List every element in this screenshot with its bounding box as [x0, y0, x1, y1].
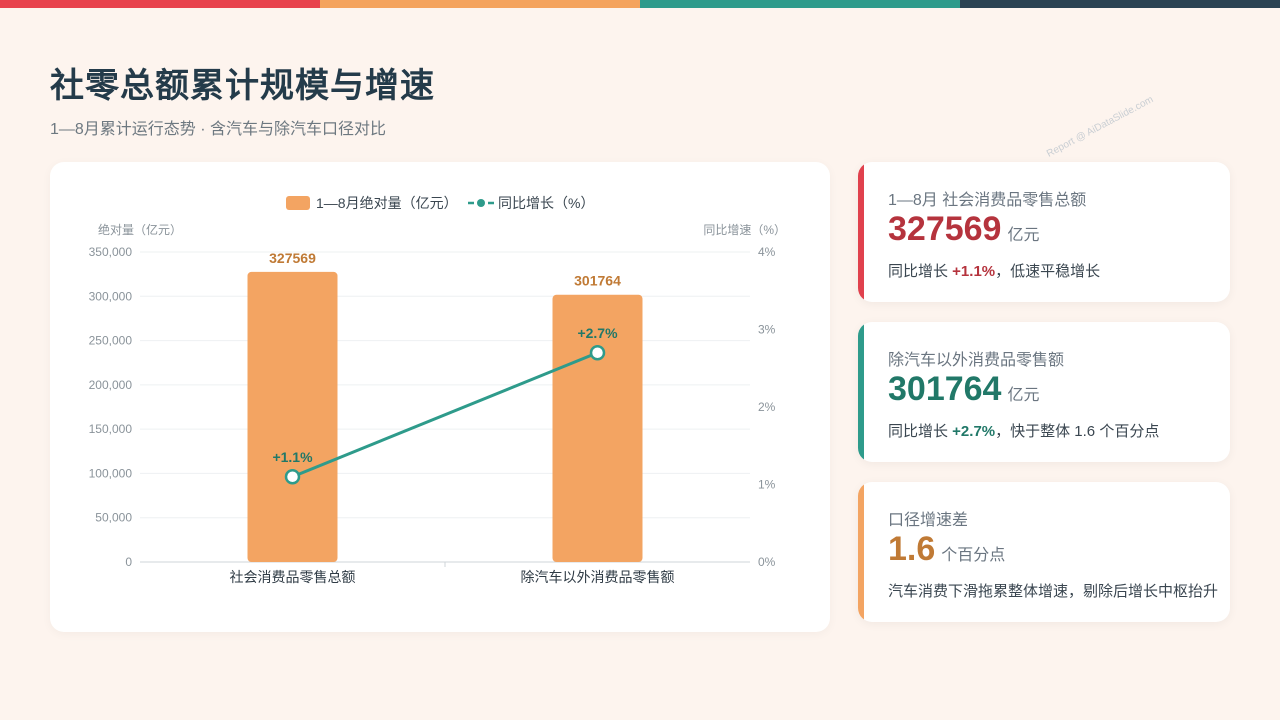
legend-bar-swatch — [286, 196, 310, 210]
y-left-tick-label: 150,000 — [89, 422, 133, 436]
kpi-card-total-retail: 1—8月 社会消费品零售总额 327569 亿元 同比增长 +1.1%，低速平稳增… — [858, 162, 1230, 302]
kpi-note-suffix: ，低速平稳增长 — [995, 263, 1101, 280]
kpi-note-highlight: +2.7% — [952, 423, 996, 440]
kpi-note: 汽车消费下滑拖累整体增速，剔除后增长中枢抬升 — [888, 580, 1218, 601]
kpi-unit: 亿元 — [1007, 227, 1040, 244]
top-bar-segment-navy — [960, 0, 1280, 8]
x-tick-label: 社会消费品零售总额 — [230, 569, 356, 585]
line-data-label: +2.7% — [577, 325, 618, 341]
y-left-tick-label: 0 — [125, 555, 132, 569]
kpi-note-prefix: 同比增长 — [888, 263, 953, 280]
kpi-unit: 亿元 — [1007, 387, 1040, 404]
y-left-tick-label: 50,000 — [95, 511, 132, 525]
kpi-value: 327569 — [888, 210, 1002, 248]
y-left-tick-label: 200,000 — [89, 378, 133, 392]
chart-card: 0 50,000 100,000 150,000 200,000 250,000 300,0… — [50, 162, 830, 632]
top-bar-segment-red — [0, 0, 320, 8]
kpi-note-suffix: ，快于整体 1.6 个百分点 — [995, 423, 1160, 440]
y-left-axis-title: 绝对量（亿元） — [98, 222, 182, 237]
line-series — [291, 351, 599, 479]
kpi-card-excl-auto: 除汽车以外消费品零售额 301764 亿元 同比增长 +2.7%，快于整体 1.6… — [858, 322, 1230, 462]
kpi-note-prefix: 汽车消费下滑拖累整体增速，剔除后增长中枢抬升 — [888, 583, 1219, 600]
top-color-bar — [0, 0, 1280, 8]
legend-bar-label: 1—8月绝对量（亿元） — [316, 195, 458, 211]
legend-line-marker — [477, 199, 485, 207]
y-right-tick-label: 3% — [758, 323, 776, 337]
watermark: Report @ AiDataSlide.com — [1045, 94, 1156, 160]
kpi-note-prefix: 同比增长 — [888, 423, 953, 440]
kpi-label: 口径增速差 — [888, 512, 969, 529]
bar-data-label: 327569 — [269, 250, 316, 266]
top-bar-segment-teal — [640, 0, 960, 8]
kpi-note: 同比增长 +2.7%，快于整体 1.6 个百分点 — [888, 420, 1159, 441]
y-left-tick-label: 300,000 — [89, 289, 133, 303]
kpi-note: 同比增长 +1.1%，低速平稳增长 — [888, 260, 1100, 281]
kpi-label: 1—8月 社会消费品零售总额 — [888, 192, 1087, 209]
kpi-card-growth-gap: 口径增速差 1.6 个百分点 汽车消费下滑拖累整体增速，剔除后增长中枢抬升 — [858, 482, 1230, 622]
y-right-tick-label: 1% — [758, 478, 776, 492]
kpi-accent-bar — [858, 162, 864, 302]
y-left-tick-label: 350,000 — [89, 245, 133, 259]
line-data-label: +1.1% — [272, 449, 313, 465]
kpi-label: 除汽车以外消费品零售额 — [888, 352, 1065, 369]
y-left-tick-label: 100,000 — [89, 466, 133, 480]
kpi-note-highlight: +1.1% — [952, 263, 996, 280]
page-subtitle: 1—8月累计运行态势 · 含汽车与除汽车口径对比 — [50, 121, 387, 138]
kpi-accent-bar — [858, 482, 864, 622]
kpi-unit: 个百分点 — [941, 547, 1006, 564]
kpi-value: 1.6 — [888, 530, 936, 568]
combo-chart: 0 50,000 100,000 150,000 200,000 250,000 300,0… — [89, 195, 786, 585]
kpi-value: 301764 — [888, 370, 1002, 408]
y-right-tick-label: 4% — [758, 245, 776, 259]
y-right-tick-label: 2% — [758, 400, 776, 414]
x-tick-label: 除汽车以外消费品零售额 — [521, 569, 675, 585]
y-right-tick-label: 0% — [758, 555, 776, 569]
kpi-accent-bar — [858, 322, 864, 462]
page-title: 社零总额累计规模与增速 — [50, 67, 435, 105]
bar — [247, 271, 338, 562]
bar-data-label: 301764 — [574, 273, 621, 289]
legend-line-label: 同比增长（%） — [498, 195, 594, 211]
y-right-axis-title: 同比增速（%） — [703, 223, 786, 237]
y-left-tick-label: 250,000 — [89, 334, 133, 348]
top-bar-segment-orange — [320, 0, 640, 8]
line-point — [589, 345, 606, 361]
line-point — [284, 469, 301, 485]
